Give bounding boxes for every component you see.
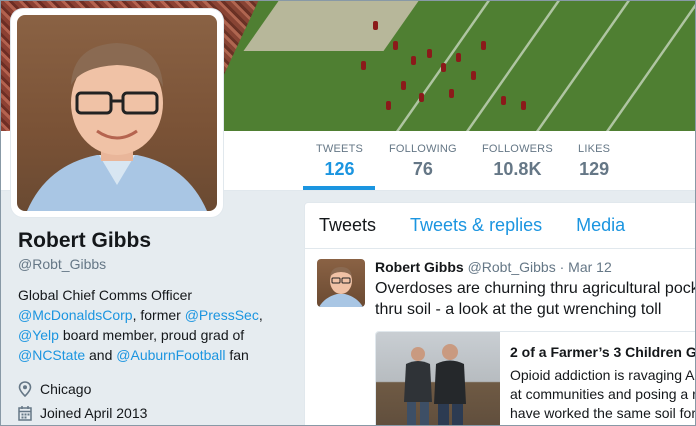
profile-page: TWEETS 126 FOLLOWING 76 FOLLOWERS 10.8K … <box>0 0 696 426</box>
bio-text-fan: fan <box>225 347 249 363</box>
bio-text-and: and <box>85 347 117 363</box>
tweet-text-line-1: Overdoses are churning thru agricultural… <box>375 280 696 297</box>
bio-text-former: , former <box>132 307 185 323</box>
link-preview-desc-line-2: at communities and posing a r <box>510 386 696 402</box>
followers-stat[interactable]: FOLLOWERS 10.8K <box>482 143 553 180</box>
tweet-header: Robert Gibbs @Robt_Gibbs · Mar 12 <box>375 259 612 275</box>
link-preview-card[interactable]: 2 of a Farmer’s 3 Children G Opioid addi… <box>375 331 696 425</box>
tab-tweets-and-replies[interactable]: Tweets & replies <box>410 215 542 236</box>
profile-handle[interactable]: @Robt_Gibbs <box>18 256 288 272</box>
followers-stat-value: 10.8K <box>493 159 542 179</box>
following-stat-label: FOLLOWING <box>389 143 457 155</box>
following-stat-value: 76 <box>412 159 433 179</box>
bio-line-1: Global Chief Comms Officer <box>18 287 193 303</box>
followers-stat-label: FOLLOWERS <box>482 143 553 155</box>
likes-stat-label: LIKES <box>578 143 611 155</box>
joined-text: Joined April 2013 <box>40 405 148 421</box>
tweet-separator: · <box>555 259 569 275</box>
link-preview-image <box>376 332 500 425</box>
location-text: Chicago <box>40 381 92 397</box>
bio-line-4: @NCState and @AuburnFootball fan <box>18 345 288 365</box>
link-preview-title: 2 of a Farmer’s 3 Children G <box>510 344 696 360</box>
tweet-author-avatar[interactable] <box>317 259 365 307</box>
profile-name[interactable]: Robert Gibbs <box>18 229 288 253</box>
link-preview-desc-line-3: have worked the same soil for <box>510 405 696 421</box>
mention-ncstate[interactable]: @NCState <box>18 347 85 363</box>
link-preview-description: Opioid addiction is ravaging A at commun… <box>510 366 696 423</box>
tweets-stat-label: TWEETS <box>316 143 364 155</box>
calendar-icon <box>18 406 32 421</box>
profile-meta: Chicago Joined April 2013 <box>18 377 288 425</box>
tweet-text-line-2: thru soil - a look at the gut wrenching … <box>375 301 662 318</box>
tab-tweets[interactable]: Tweets <box>319 215 376 236</box>
mention-presssec[interactable]: @PressSec <box>185 307 259 323</box>
joined-row: Joined April 2013 <box>18 401 288 425</box>
profile-avatar[interactable] <box>11 9 223 217</box>
tab-media[interactable]: Media <box>576 215 625 236</box>
tweets-stat[interactable]: TWEETS 126 <box>316 143 363 180</box>
bio-line-2: @McDonaldsCorp, former @PressSec, <box>18 305 288 325</box>
link-preview-desc-line-1: Opioid addiction is ravaging A <box>510 367 695 383</box>
active-stat-indicator <box>303 186 375 190</box>
map-pin-icon <box>18 381 32 397</box>
bio-text-comma: , <box>258 307 263 323</box>
timeline-card: Tweets Tweets & replies Media Robert Gib… <box>304 202 696 425</box>
mention-yelp[interactable]: @Yelp <box>18 327 59 343</box>
bio-line-3: @Yelp board member, proud grad of <box>18 325 288 345</box>
following-stat[interactable]: FOLLOWING 76 <box>389 143 457 180</box>
likes-stat-value: 129 <box>579 159 610 179</box>
tweet-author-handle[interactable]: @Robt_Gibbs <box>468 259 556 275</box>
location-row: Chicago <box>18 377 288 401</box>
tweets-stat-value: 126 <box>324 159 355 179</box>
tweet-author-name[interactable]: Robert Gibbs <box>375 259 464 275</box>
profile-info: Robert Gibbs @Robt_Gibbs Global Chief Co… <box>18 229 288 425</box>
profile-bio: Global Chief Comms Officer @McDonaldsCor… <box>18 285 288 365</box>
likes-stat[interactable]: LIKES 129 <box>578 143 610 180</box>
mention-auburnfootball[interactable]: @AuburnFootball <box>116 347 225 363</box>
tweet-date[interactable]: Mar 12 <box>568 259 612 275</box>
timeline-tabs: Tweets Tweets & replies Media <box>305 203 695 249</box>
avatar-photo <box>17 15 217 211</box>
bio-text-board: board member, proud grad of <box>58 327 245 343</box>
tweet-text: Overdoses are churning thru agricultural… <box>375 278 696 320</box>
mention-mcdonaldscorp[interactable]: @McDonaldsCorp <box>18 307 133 323</box>
